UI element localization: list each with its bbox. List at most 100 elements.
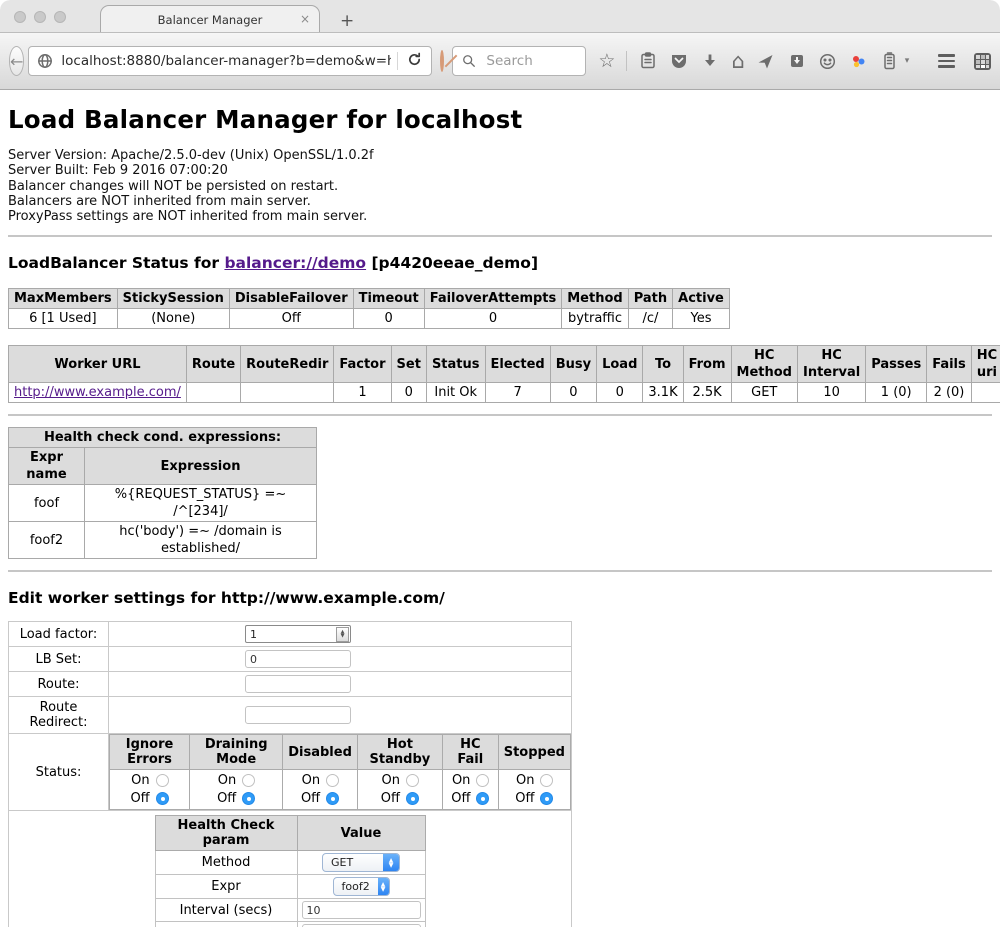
reload-button[interactable] — [404, 52, 425, 71]
radio-hot-standby-on[interactable] — [406, 774, 419, 787]
header-cell: Elected — [485, 346, 550, 383]
method-select-value: GET — [331, 856, 361, 869]
header-cell: Passes — [866, 346, 927, 383]
close-window-button[interactable] — [14, 11, 26, 23]
window-controls[interactable] — [14, 11, 66, 23]
server-built-line: Server Built: Feb 9 2016 07:00:20 — [8, 163, 992, 178]
edit-worker-heading: Edit worker settings for http://www.exam… — [8, 589, 992, 607]
expr-name-cell: foof2 — [9, 522, 85, 559]
menu-icon[interactable] — [938, 54, 955, 68]
interval-label: Interval (secs) — [155, 899, 297, 922]
tiles-grid-icon[interactable] — [972, 51, 992, 71]
server-version-line: Server Version: Apache/2.5.0-dev (Unix) … — [8, 148, 992, 163]
zoom-window-button[interactable] — [54, 11, 66, 23]
data-cell: (None) — [117, 309, 229, 329]
data-cell — [241, 383, 334, 403]
header-cell: Active — [673, 289, 730, 309]
bookmark-star-icon[interactable]: ☆ — [598, 51, 615, 71]
url-bar[interactable]: localhost:8880/balancer-manager?b=demo&w… — [28, 46, 432, 76]
search-input[interactable] — [484, 52, 579, 70]
load-factor-input[interactable]: 1 ▲▼ — [245, 625, 351, 643]
tab-close-icon[interactable]: × — [300, 12, 310, 26]
hc-method-row: Method GET ▲▼ — [155, 851, 425, 875]
notice-line: Balancers are NOT inherited from main se… — [8, 194, 992, 209]
data-cell — [971, 383, 1000, 403]
radio-draining-mode-on[interactable] — [242, 774, 255, 787]
header-cell: Expr name — [9, 448, 85, 485]
lb-status-heading: LoadBalancer Status for balancer://demo … — [8, 254, 992, 272]
table-header-row: Expr name Expression — [9, 448, 317, 485]
lb-status-heading-prefix: LoadBalancer Status for — [8, 254, 224, 272]
header-cell: Set — [391, 346, 426, 383]
data-cell: bytraffic — [562, 309, 628, 329]
home-icon[interactable]: ⌂ — [731, 51, 744, 71]
blocked-content-icon[interactable] — [440, 50, 444, 72]
health-check-param-table: Health Check param Value Method GET ▲▼ — [155, 815, 426, 927]
route-redirect-input[interactable] — [245, 706, 351, 724]
pocket-icon[interactable] — [669, 51, 689, 71]
balancer-demo-link[interactable]: balancer://demo — [224, 254, 366, 272]
radio-ignore-errors-on[interactable] — [156, 774, 169, 787]
data-cell: 0 — [391, 383, 426, 403]
radio-hc-fail-off[interactable] — [476, 792, 489, 805]
minimize-window-button[interactable] — [34, 11, 46, 23]
hc-expr-table-title: Health check cond. expressions: — [9, 428, 317, 448]
off-label: Off — [301, 791, 320, 806]
radio-hc-fail-on[interactable] — [476, 774, 489, 787]
page-content: Load Balancer Manager for localhost Serv… — [0, 90, 1000, 927]
method-select[interactable]: GET ▲▼ — [322, 853, 400, 872]
new-tab-button[interactable]: + — [334, 11, 360, 31]
header-cell: Stopped — [498, 735, 570, 770]
lb-set-input[interactable] — [245, 650, 351, 668]
tab-balancer-manager[interactable]: Balancer Manager × — [100, 5, 320, 33]
colored-dots-extension-icon[interactable] — [849, 51, 869, 71]
radio-disabled-off[interactable] — [326, 792, 339, 805]
feedback-smiley-icon[interactable] — [818, 51, 838, 71]
header-cell: StickySession — [117, 289, 229, 309]
reading-list-icon[interactable] — [638, 51, 658, 71]
chevron-down-icon[interactable]: ▾ — [905, 56, 910, 66]
on-label: On — [217, 773, 236, 788]
table-row: foof2 hc('body') =~ /domain is establish… — [9, 522, 317, 559]
form-row-route-redirect: Route Redirect: — [9, 697, 572, 734]
data-cell: 0 — [550, 383, 596, 403]
radio-stopped-off[interactable] — [540, 792, 553, 805]
method-label: Method — [155, 851, 297, 875]
url-text[interactable]: localhost:8880/balancer-manager?b=demo&w… — [61, 53, 391, 69]
radio-disabled-on[interactable] — [326, 774, 339, 787]
header-cell: From — [683, 346, 731, 383]
off-label: Off — [130, 791, 149, 806]
header-cell: Path — [628, 289, 672, 309]
header-cell: DisableFailover — [229, 289, 353, 309]
status-table: Ignore Errors Draining Mode Disabled Hot… — [109, 734, 571, 810]
back-button[interactable]: ← — [9, 46, 24, 76]
radio-ignore-errors-off[interactable] — [156, 792, 169, 805]
header-cell: Disabled — [283, 735, 358, 770]
hc-interval-row: Interval (secs) — [155, 899, 425, 922]
data-cell — [186, 383, 240, 403]
worker-url-link[interactable]: http://www.example.com/ — [14, 385, 181, 400]
lb-set-label: LB Set: — [9, 647, 109, 672]
route-input[interactable] — [245, 675, 351, 693]
divider — [8, 235, 992, 237]
balancer-status-table: MaxMembers StickySession DisableFailover… — [8, 288, 730, 329]
save-to-device-icon[interactable] — [787, 51, 807, 71]
off-label: Off — [451, 791, 470, 806]
radio-stopped-on[interactable] — [540, 774, 553, 787]
device-battery-icon[interactable] — [880, 51, 900, 71]
interval-input[interactable] — [302, 901, 421, 919]
expr-select-value: foof2 — [342, 880, 378, 893]
number-stepper-icon[interactable]: ▲▼ — [336, 627, 349, 642]
hc-passes-row: Passes trigger — [155, 922, 425, 927]
route-redirect-label: Route Redirect: — [9, 697, 109, 734]
divider — [8, 414, 992, 416]
header-cell: Health Check param — [155, 816, 297, 851]
header-cell: Value — [297, 816, 425, 851]
send-icon[interactable] — [756, 51, 776, 71]
search-box[interactable] — [452, 46, 586, 76]
radio-draining-mode-off[interactable] — [242, 792, 255, 805]
radio-hot-standby-off[interactable] — [406, 792, 419, 805]
downloads-icon[interactable] — [700, 51, 720, 71]
data-cell: 6 [1 Used] — [9, 309, 118, 329]
expr-select[interactable]: foof2 ▲▼ — [333, 877, 390, 896]
